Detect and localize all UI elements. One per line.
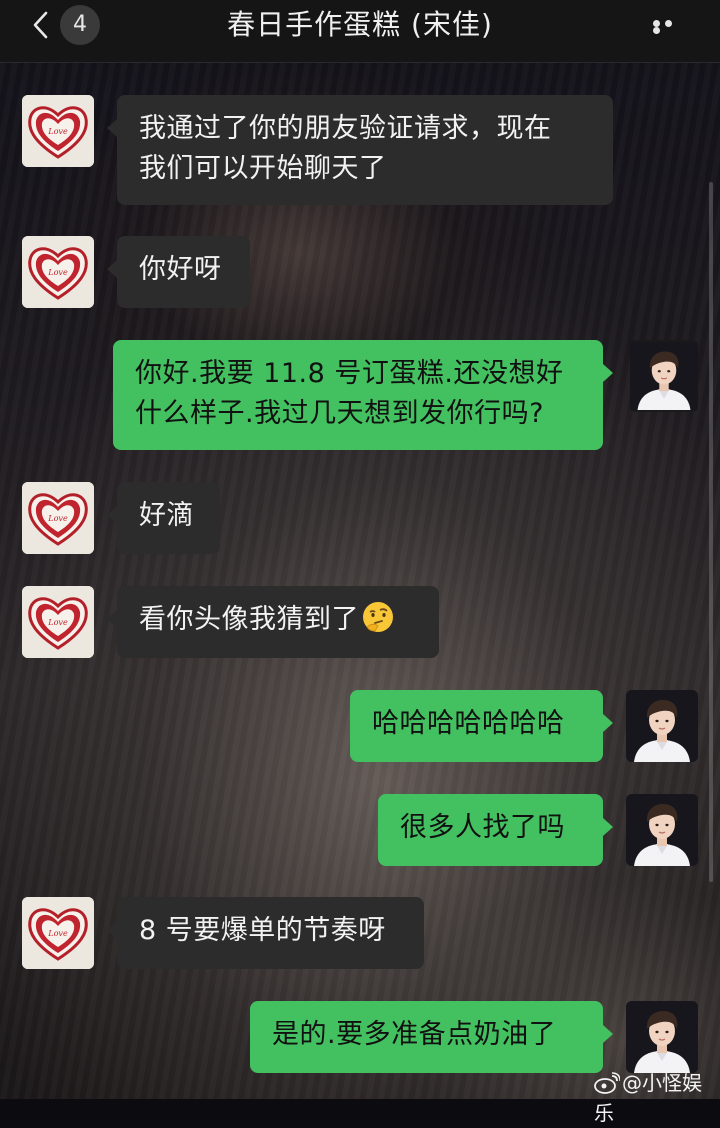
message-text-line: 是的.要多准备点奶油了 <box>272 1019 557 1050</box>
chat-header: 4 春日手作蛋糕 (宋佳) <box>0 0 720 63</box>
heart-cake-avatar[interactable] <box>22 482 94 554</box>
message-text-line: 哈哈哈哈哈哈哈 <box>372 708 565 739</box>
message-text-line: 什么样子.我过几天想到发你行吗? <box>135 398 544 429</box>
message-bubble-outgoing[interactable]: 哈哈哈哈哈哈哈 <box>350 690 613 762</box>
message-text-line: 我们可以开始聊天了 <box>139 153 387 184</box>
heart-cake-avatar[interactable] <box>22 95 94 167</box>
chevron-left-icon[interactable] <box>30 10 50 40</box>
heart-cake-avatar[interactable] <box>22 236 94 308</box>
message-bubble-incoming[interactable]: 好滴 <box>107 482 220 554</box>
unread-count-badge[interactable]: 4 <box>60 5 100 45</box>
boy-portrait-avatar[interactable] <box>626 1001 698 1073</box>
message-bubble-incoming[interactable]: 我通过了你的朋友验证请求，现在 我们可以开始聊天了 <box>107 95 613 205</box>
message-bubble-outgoing[interactable]: 你好.我要 11.8 号订蛋糕.还没想好 什么样子.我过几天想到发你行吗? <box>113 340 613 450</box>
message-text-line: 好滴 <box>139 500 194 531</box>
message-text-line: 看你头像我猜到了 <box>139 604 359 635</box>
message-bubble-incoming[interactable]: 你好呀 <box>107 236 250 308</box>
boy-portrait-avatar[interactable] <box>626 690 698 762</box>
message-bubble-incoming[interactable]: 8 号要爆单的节奏呀 <box>107 897 424 969</box>
dot <box>653 20 660 27</box>
chat-title: 春日手作蛋糕 (宋佳) <box>227 8 493 41</box>
message-text-line: 很多人找了吗 <box>400 812 565 843</box>
message-text-line: 你好.我要 11.8 号订蛋糕.还没想好 <box>135 358 564 389</box>
scrollbar[interactable] <box>709 182 713 882</box>
thinking-face-emoji <box>363 602 393 632</box>
weibo-icon <box>594 1072 620 1094</box>
message-bubble-outgoing[interactable]: 是的.要多准备点奶油了 <box>250 1001 613 1073</box>
heart-cake-avatar[interactable] <box>22 897 94 969</box>
message-text-line: 8 号要爆单的节奏呀 <box>139 915 386 946</box>
boy-portrait-avatar[interactable] <box>630 340 698 412</box>
dot <box>653 27 660 34</box>
heart-cake-avatar[interactable] <box>22 586 94 658</box>
dot <box>665 20 672 27</box>
message-text-line: 我通过了你的朋友验证请求，现在 <box>139 113 552 144</box>
watermark: @小怪娱乐 <box>594 1068 720 1125</box>
boy-portrait-avatar[interactable] <box>626 794 698 866</box>
message-bubble-outgoing[interactable]: 很多人找了吗 <box>378 794 613 866</box>
more-dots-icon[interactable] <box>653 20 687 34</box>
message-text-line: 你好呀 <box>139 254 222 285</box>
message-bubble-incoming[interactable]: 看你头像我猜到了 <box>107 586 439 658</box>
